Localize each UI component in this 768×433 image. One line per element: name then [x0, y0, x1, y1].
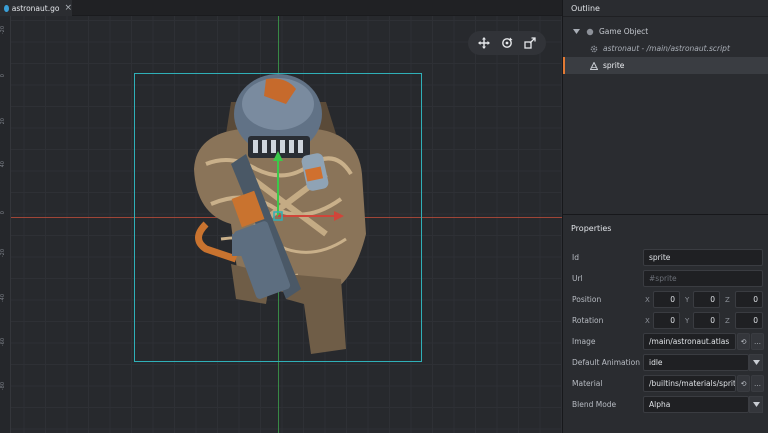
gear-icon [589, 44, 599, 54]
blend-mode-select[interactable]: Alpha [643, 396, 749, 413]
tab-title: astronaut.go [11, 3, 60, 13]
id-input[interactable]: sprite [643, 249, 763, 266]
tab-bar: astronaut.go × [0, 0, 562, 16]
axis-y-label: Y [685, 295, 690, 304]
game-object-icon [585, 27, 595, 37]
browse-material-button[interactable]: … [751, 375, 764, 392]
position-z-input[interactable]: 0 [735, 291, 763, 308]
blend-dropdown-button[interactable] [749, 396, 763, 413]
script-name: astronaut [603, 44, 640, 53]
axis-z-label: Z [725, 295, 730, 304]
property-label: Id [572, 253, 579, 262]
property-default-animation: Default Animation idle [563, 352, 768, 373]
property-position: Position X 0 Y 0 Z 0 [563, 289, 768, 310]
ruler-label: -80 [0, 382, 6, 391]
script-path: - /main/astronaut.script [639, 44, 730, 53]
ruler-label: -40 [0, 294, 6, 303]
rotation-z-input[interactable]: 0 [735, 312, 763, 329]
sprite-icon [589, 61, 599, 71]
outline-panel: Outline Game Object astronaut - /main/as… [563, 0, 768, 214]
property-url: Url #sprite [563, 268, 768, 289]
property-material: Material /builtins/materials/sprit ⟲ … [563, 373, 768, 394]
close-icon[interactable]: × [64, 3, 72, 13]
axis-x-label: X [645, 295, 650, 304]
move-gizmo[interactable] [260, 148, 350, 228]
move-tool-button[interactable] [475, 34, 493, 52]
property-label: Position [572, 295, 602, 304]
animation-dropdown-button[interactable] [749, 354, 763, 371]
reset-image-button[interactable]: ⟲ [737, 333, 750, 350]
property-label: Default Animation [572, 358, 641, 367]
axis-x-label: X [645, 316, 650, 325]
ruler-label: 0 [0, 74, 6, 78]
caret-down-icon[interactable] [571, 27, 581, 37]
property-label: Image [572, 337, 596, 346]
outline-item-sprite[interactable]: sprite [563, 57, 768, 74]
vertical-ruler: -20 0 20 40 0 -20 -40 -60 -80 [0, 16, 11, 433]
game-object-icon [4, 4, 9, 12]
reset-icon: ⟲ [740, 337, 747, 346]
properties-title: Properties [571, 223, 612, 233]
ruler-label: -60 [0, 338, 6, 347]
outline-item-game-object[interactable]: Game Object [563, 23, 768, 40]
property-blend-mode: Blend Mode Alpha [563, 394, 768, 415]
property-label: Blend Mode [572, 400, 617, 409]
scene-editor[interactable]: astronaut.go × -20 0 20 40 0 -20 -40 -60… [0, 0, 562, 433]
ruler-label: 0 [0, 211, 6, 215]
manipulator-toolbar [468, 31, 546, 55]
browse-image-button[interactable]: … [751, 333, 764, 350]
tab-astronaut-go[interactable]: astronaut.go × [0, 0, 72, 16]
rotate-tool-button[interactable] [498, 34, 516, 52]
property-id: Id sprite [563, 247, 768, 268]
gizmo-x-arrow[interactable] [334, 211, 344, 221]
ruler-label: 40 [0, 161, 6, 168]
axis-y-label: Y [685, 316, 690, 325]
move-icon [477, 37, 490, 49]
image-input[interactable]: /main/astronaut.atlas [643, 333, 736, 350]
position-y-input[interactable]: 0 [693, 291, 720, 308]
ruler-label: -20 [0, 26, 6, 35]
ellipsis-icon: … [754, 337, 761, 346]
rotation-y-input[interactable]: 0 [693, 312, 720, 329]
gizmo-y-arrow[interactable] [273, 151, 283, 161]
property-rotation: Rotation X 0 Y 0 Z 0 [563, 310, 768, 331]
chevron-down-icon [752, 360, 760, 365]
chevron-down-icon [752, 402, 760, 407]
material-input[interactable]: /builtins/materials/sprit [643, 375, 736, 392]
default-animation-select[interactable]: idle [643, 354, 749, 371]
reset-material-button[interactable]: ⟲ [737, 375, 750, 392]
axis-z-label: Z [725, 316, 730, 325]
right-sidebar: Outline Game Object astronaut - /main/as… [562, 0, 768, 433]
scale-icon [524, 37, 536, 49]
properties-panel: Properties Id sprite Url #sprite Positio… [563, 214, 768, 433]
ruler-label: -20 [0, 249, 6, 258]
outline-item-label: Game Object [599, 27, 649, 36]
url-input[interactable]: #sprite [643, 270, 763, 287]
reset-icon: ⟲ [740, 379, 747, 388]
scale-tool-button[interactable] [521, 34, 539, 52]
rotate-icon [502, 37, 513, 48]
rotation-x-input[interactable]: 0 [653, 312, 680, 329]
position-x-input[interactable]: 0 [653, 291, 680, 308]
property-label: Rotation [572, 316, 604, 325]
ruler-label: 20 [0, 118, 6, 125]
outline-item-script[interactable]: astronaut - /main/astronaut.script [563, 40, 768, 57]
outline-title: Outline [563, 0, 768, 17]
ellipsis-icon: … [754, 379, 761, 388]
property-image: Image /main/astronaut.atlas ⟲ … [563, 331, 768, 352]
property-label: Url [572, 274, 583, 283]
outline-item-label: sprite [603, 61, 625, 70]
property-label: Material [572, 379, 603, 388]
